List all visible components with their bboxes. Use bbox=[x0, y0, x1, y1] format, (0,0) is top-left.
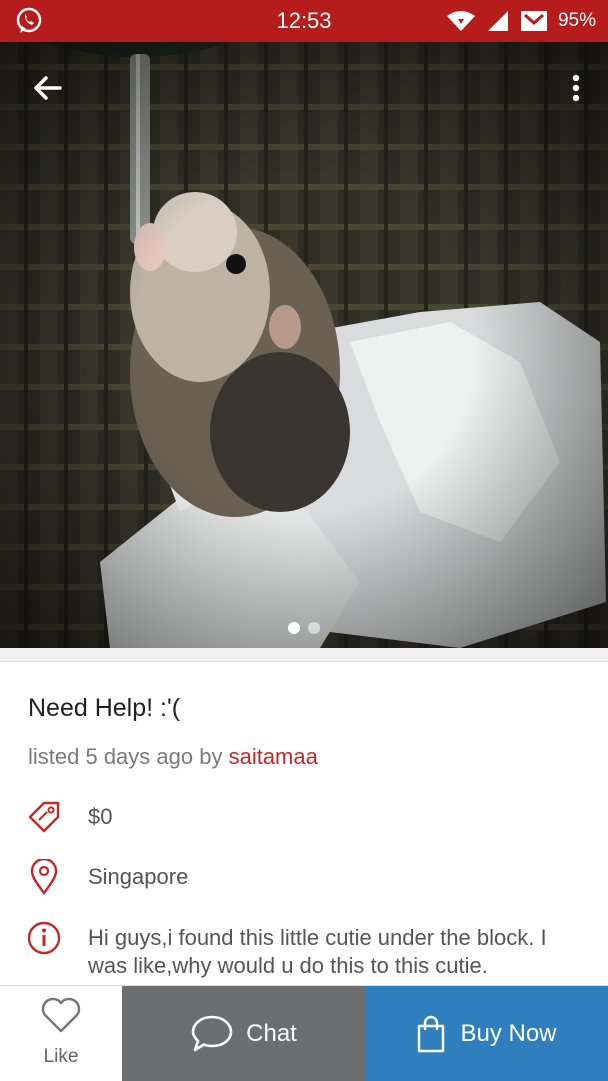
info-icon bbox=[24, 918, 64, 958]
notification-icon bbox=[520, 11, 547, 31]
wifi-icon bbox=[446, 11, 475, 31]
chat-button[interactable]: Chat bbox=[122, 986, 365, 1081]
buy-now-label: Buy Now bbox=[460, 1019, 557, 1047]
listing-description: Hi guys,i found this little cutie under … bbox=[88, 925, 547, 978]
shopping-bag-icon bbox=[418, 1015, 445, 1052]
price-row: $0 bbox=[24, 797, 112, 837]
back-arrow-icon[interactable] bbox=[26, 66, 70, 110]
listing-price: $0 bbox=[88, 804, 113, 829]
section-divider bbox=[0, 648, 608, 662]
chat-label: Chat bbox=[246, 1019, 297, 1047]
bottom-action-bar: Like Chat Buy Now bbox=[0, 985, 608, 1081]
listing-location: Singapore bbox=[88, 864, 189, 889]
battery-level: 95% bbox=[557, 10, 596, 31]
chat-bubble-icon bbox=[191, 1015, 233, 1051]
pager-dot-active[interactable] bbox=[288, 622, 300, 634]
pager-dot[interactable] bbox=[308, 622, 320, 634]
heart-icon bbox=[41, 997, 81, 1033]
location-row: Singapore bbox=[24, 857, 188, 897]
more-options-icon[interactable] bbox=[564, 66, 588, 110]
signal-icon bbox=[487, 11, 508, 31]
location-pin-icon bbox=[24, 857, 64, 897]
like-label: Like bbox=[43, 1046, 79, 1067]
seller-link[interactable]: saitamaa bbox=[229, 744, 318, 769]
gallery-pager[interactable] bbox=[0, 622, 608, 634]
buy-now-button[interactable]: Buy Now bbox=[365, 986, 608, 1081]
like-button[interactable]: Like bbox=[0, 986, 122, 1081]
status-bar: 12:53 95% bbox=[0, 0, 608, 42]
price-tag-icon bbox=[24, 797, 64, 837]
listing-photo[interactable] bbox=[0, 42, 608, 648]
listing-meta: listed 5 days ago by saitamaa bbox=[28, 744, 318, 770]
hamster-photo bbox=[0, 42, 608, 648]
listing-title: Need Help! :'( bbox=[28, 694, 181, 722]
description-row bbox=[24, 918, 64, 958]
listed-time: listed 5 days ago by bbox=[28, 744, 229, 769]
